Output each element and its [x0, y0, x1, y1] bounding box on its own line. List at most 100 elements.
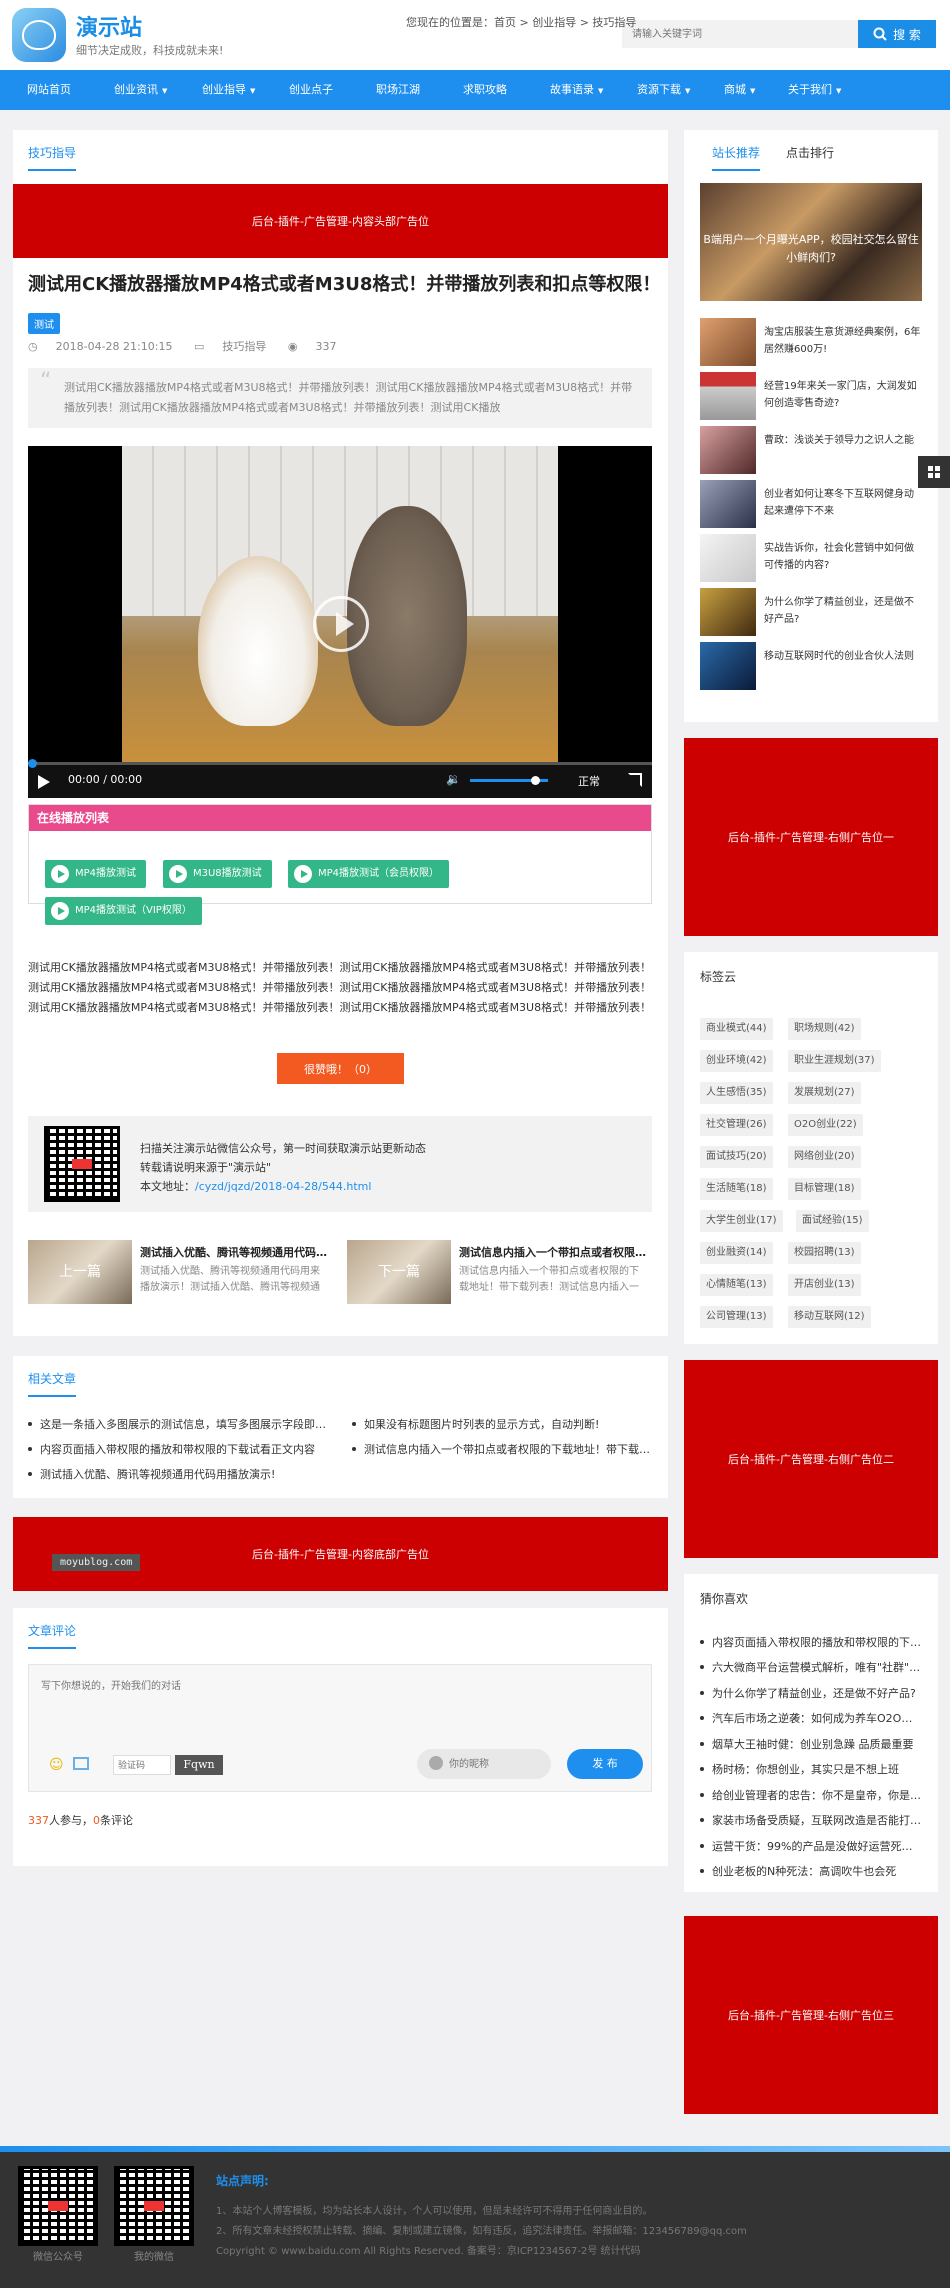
related-item[interactable]: 这是一条插入多图展示的测试信息，填写多图展示字段即可显示 — [28, 1416, 328, 1432]
nav-news[interactable]: 创业资讯 ▼ — [114, 70, 167, 110]
ad-content-top[interactable]: 后台-插件-广告管理-内容头部广告位 — [13, 184, 668, 258]
recommend-item[interactable]: 移动互联网时代的创业合伙人法则 — [700, 642, 922, 690]
nickname-input[interactable] — [449, 1755, 539, 1773]
tag-item[interactable]: 目标管理(18) — [788, 1178, 861, 1200]
guess-item[interactable]: 烟草大王袖时健：创业别急躁 品质最重要 — [700, 1736, 922, 1752]
nav-stories[interactable]: 故事语录 ▼ — [550, 70, 603, 110]
nav-ideas[interactable]: 创业点子 — [289, 70, 333, 110]
volume-icon[interactable]: 🔉 — [446, 772, 461, 786]
play-overlay-icon[interactable] — [313, 596, 369, 652]
article-tag[interactable]: 测试 — [28, 313, 60, 334]
guess-item[interactable]: 创业老板的N种死法：高调吹牛也会死 — [700, 1863, 922, 1879]
video-progress-bar[interactable] — [28, 759, 652, 768]
name-field[interactable] — [417, 1749, 551, 1779]
guess-item[interactable]: 内容页面插入带权限的播放和带权限的下载试看正文内容 — [700, 1634, 922, 1650]
related-item[interactable]: 测试信息内插入一个带扣点或者权限的下载地址！带下载列表！ — [352, 1441, 652, 1457]
nav-about[interactable]: 关于我们 ▼ — [788, 70, 841, 110]
tag-item[interactable]: 公司管理(13) — [700, 1306, 773, 1328]
tag-item[interactable]: 人生感悟(35) — [700, 1082, 773, 1104]
article-category[interactable]: 技巧指导 — [222, 340, 266, 353]
nav-guide[interactable]: 创业指导 ▼ — [202, 70, 255, 110]
recommend-item[interactable]: 曹政：浅谈关于领导力之识人之能 — [700, 426, 922, 474]
search-input[interactable] — [622, 20, 858, 48]
recommend-item[interactable]: 经营19年来关一家门店，大润发如何创造零售奇迹? — [700, 372, 922, 420]
guess-item[interactable]: 为什么你学了精益创业，还是做不好产品? — [700, 1685, 922, 1701]
featured-image[interactable]: B端用户一个月曝光APP，校园社交怎么留住小鲜肉们? — [700, 183, 922, 301]
nav-career[interactable]: 职场江湖 — [376, 70, 420, 110]
submit-comment-button[interactable]: 发 布 — [567, 1749, 643, 1779]
playlist-item[interactable]: MP4播放测试（VIP权限） — [45, 897, 202, 925]
related-item[interactable]: 测试插入优酷、腾讯等视频通用代码用播放演示! — [28, 1466, 328, 1482]
tag-item[interactable]: O2O创业(22) — [788, 1114, 863, 1136]
guess-item[interactable]: 运营干货：99%的产品是没做好运营死掉的 — [700, 1838, 922, 1854]
recommend-item[interactable]: 创业者如何让寒冬下互联网健身动起来遭停下不来 — [700, 480, 922, 528]
recommend-item[interactable]: 为什么你学了精益创业，还是做不好产品? — [700, 588, 922, 636]
grid-menu-icon[interactable] — [918, 456, 950, 488]
fullscreen-icon[interactable] — [628, 773, 642, 787]
nav-downloads[interactable]: 资源下载 ▼ — [637, 70, 690, 110]
nav-jobs[interactable]: 求职攻略 — [463, 70, 507, 110]
tag-item[interactable]: 社交管理(26) — [700, 1114, 773, 1136]
quality-selector[interactable]: 正常 — [578, 773, 600, 789]
related-item[interactable]: 如果没有标题图片时列表的显示方式，自动判断! — [352, 1416, 652, 1432]
recommend-item[interactable]: 淘宝店服装生意货源经典案例，6年居然赚600万! — [700, 318, 922, 366]
guess-item[interactable]: 六大微商平台运营模式解析，唯有"社群"才是正道 — [700, 1659, 922, 1675]
next-article[interactable]: 下一篇 测试信息内插入一个带扣点或者权限的下载地址！ 测试信息内插入一个带扣点或… — [347, 1240, 647, 1304]
playlist-item[interactable]: MP4播放测试（会员权限） — [288, 860, 450, 888]
prev-title[interactable]: 测试插入优酷、腾讯等视频通用代码用播放演示！ — [140, 1244, 328, 1260]
guess-item[interactable]: 汽车后市场之逆袭：如何成为养车O2O的黑马 — [700, 1710, 922, 1726]
video-player[interactable]: 00:00 / 00:00 🔉 正常 — [28, 446, 652, 798]
tag-item[interactable]: 创业环境(42) — [700, 1050, 773, 1072]
nav-label: 创业指导 — [202, 83, 246, 96]
section-tab[interactable]: 技巧指导 — [28, 144, 77, 171]
play-icon[interactable] — [38, 775, 50, 789]
ad-right-3[interactable]: 后台-插件-广告管理-右侧广告位三 — [684, 1916, 938, 2114]
playlist-item[interactable]: M3U8播放测试 — [163, 860, 272, 888]
playlist-item[interactable]: MP4播放测试 — [45, 860, 147, 888]
comment-textarea[interactable] — [29, 1665, 651, 1745]
item-title: 创业者如何让寒冬下互联网健身动起来遭停下不来 — [764, 489, 914, 517]
item-title: 曹政：浅谈关于领导力之识人之能 — [764, 435, 914, 446]
tag-item[interactable]: 校园招聘(13) — [788, 1242, 861, 1264]
ad-right-2[interactable]: 后台-插件-广告管理-右侧广告位二 — [684, 1360, 938, 1558]
ad-right-1[interactable]: 后台-插件-广告管理-右侧广告位一 — [684, 738, 938, 936]
like-button[interactable]: 很赞哦！（0） — [277, 1053, 404, 1084]
nav-home[interactable]: 网站首页 — [27, 70, 71, 110]
recommend-item[interactable]: 实战告诉你，社会化营销中如何做可传播的内容? — [700, 534, 922, 582]
tag-item[interactable]: 商业模式(44) — [700, 1018, 773, 1040]
image-icon[interactable] — [73, 1757, 89, 1770]
volume-handle[interactable] — [531, 776, 540, 785]
tag-item[interactable]: 职业生涯规划(37) — [788, 1050, 881, 1072]
tag-item[interactable]: 职场规则(42) — [788, 1018, 861, 1040]
captcha-input[interactable] — [113, 1755, 171, 1775]
prev-thumbnail[interactable]: 上一篇 — [28, 1240, 132, 1304]
tag-item[interactable]: 生活随笔(18) — [700, 1178, 773, 1200]
prev-article[interactable]: 上一篇 测试插入优酷、腾讯等视频通用代码用播放演示！ 测试插入优酷、腾讯等视频通… — [28, 1240, 328, 1304]
tag-item[interactable]: 开店创业(13) — [788, 1274, 861, 1296]
tag-item[interactable]: 心情随笔(13) — [700, 1274, 773, 1296]
tag-item[interactable]: 创业融资(14) — [700, 1242, 773, 1264]
next-thumbnail[interactable]: 下一篇 — [347, 1240, 451, 1304]
tag-item[interactable]: 发展规划(27) — [788, 1082, 861, 1104]
emoji-icon[interactable]: ☺ — [49, 1757, 64, 1773]
search-button[interactable]: 搜 索 — [858, 20, 936, 48]
captcha-image[interactable]: Fqwn — [175, 1755, 223, 1775]
tag-item[interactable]: 大学生创业(17) — [700, 1210, 783, 1232]
nav-shop[interactable]: 商城 ▼ — [724, 70, 755, 110]
guess-item[interactable]: 给创业管理者的忠告：你不是皇帝，你是一个团队 — [700, 1787, 922, 1803]
tag-item[interactable]: 面试技巧(20) — [700, 1146, 773, 1168]
tab-ranking[interactable]: 点击排行 — [786, 144, 834, 161]
guess-item[interactable]: 家装市场备受质疑，互联网改造是否能打破僵局 — [700, 1812, 922, 1828]
next-title[interactable]: 测试信息内插入一个带扣点或者权限的下载地址！ — [459, 1244, 647, 1260]
site-logo[interactable] — [12, 8, 66, 62]
volume-slider[interactable] — [470, 776, 548, 785]
tag-item[interactable]: 面试经验(15) — [796, 1210, 869, 1232]
article-url-link[interactable]: /cyzd/jqzd/2018-04-28/544.html — [195, 1180, 371, 1193]
related-item[interactable]: 内容页面插入带权限的播放和带权限的下载试看正文内容 — [28, 1441, 328, 1457]
site-name[interactable]: 演示站 — [76, 10, 142, 42]
tag-item[interactable]: 网络创业(20) — [788, 1146, 861, 1168]
tag-item[interactable]: 移动互联网(12) — [788, 1306, 871, 1328]
guess-item[interactable]: 杨时杨：你想创业，其实只是不想上班 — [700, 1761, 922, 1777]
progress-handle[interactable] — [28, 759, 37, 768]
tab-recommend[interactable]: 站长推荐 — [712, 144, 761, 171]
